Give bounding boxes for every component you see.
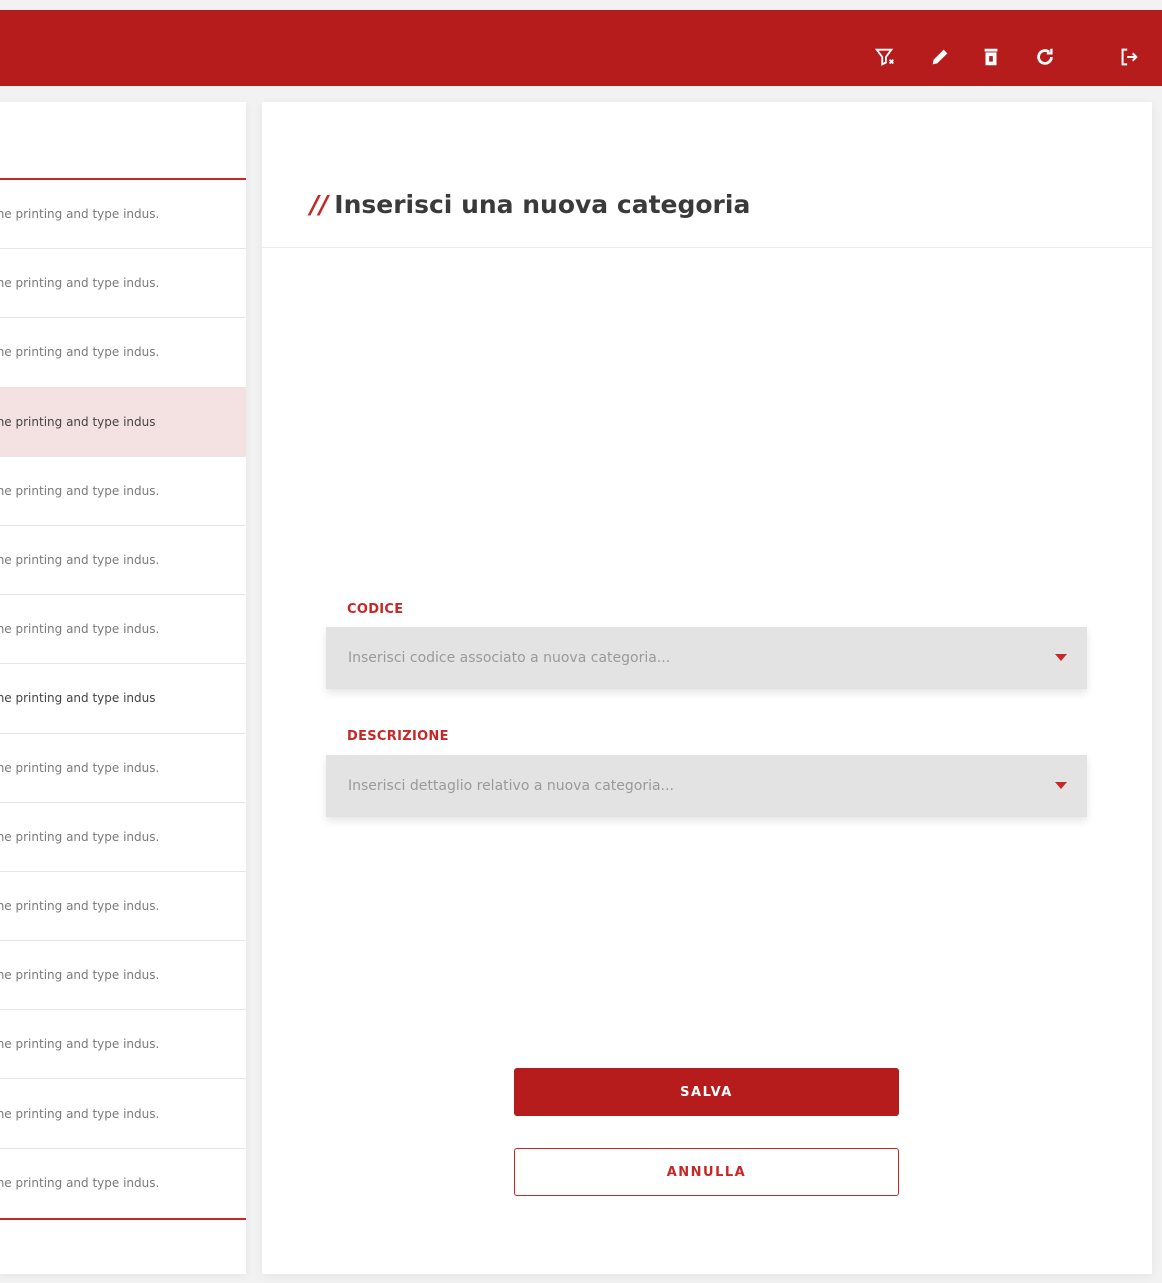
list-item[interactable]: the printing and type indus. <box>0 1079 246 1149</box>
descrizione-select[interactable]: Inserisci dettaglio relativo a nuova cat… <box>326 755 1087 817</box>
filter-clear-icon[interactable] <box>874 46 896 68</box>
list-item-selected[interactable]: the printing and type indus <box>0 387 246 457</box>
list-item[interactable]: the printing and type indus. <box>0 457 246 526</box>
list-item[interactable]: the printing and type indus. <box>0 872 246 942</box>
list-item[interactable]: the printing and type indus <box>0 664 246 734</box>
category-list: the printing and type indus. the printin… <box>0 178 246 1220</box>
list-item[interactable]: the printing and type indus. <box>0 526 246 596</box>
list-item[interactable]: the printing and type indus. <box>0 318 246 388</box>
codice-select[interactable]: Inserisci codice associato a nuova categ… <box>326 627 1087 689</box>
save-button[interactable]: SALVA <box>514 1068 899 1116</box>
list-item[interactable]: the printing and type indus. <box>0 1149 246 1218</box>
caret-down-icon <box>1055 654 1067 661</box>
category-list-panel: the printing and type indus. the printin… <box>0 102 246 1274</box>
list-item[interactable]: the printing and type indus. <box>0 941 246 1011</box>
list-item[interactable]: the printing and type indus. <box>0 180 246 250</box>
pencil-icon[interactable] <box>929 46 951 68</box>
list-item[interactable]: the printing and type indus. <box>0 803 246 872</box>
cancel-button[interactable]: ANNULLA <box>514 1148 899 1196</box>
page-title: //Inserisci una nuova categoria <box>310 190 750 219</box>
title-text: Inserisci una nuova categoria <box>334 190 751 219</box>
refresh-icon[interactable] <box>1034 46 1056 68</box>
list-item[interactable]: the printing and type indus. <box>0 249 246 319</box>
logout-icon[interactable] <box>1118 46 1140 68</box>
list-item[interactable]: the printing and type indus. <box>0 1010 246 1080</box>
top-bar <box>0 10 1162 86</box>
title-slashes: // <box>310 190 329 219</box>
form-header: //Inserisci una nuova categoria <box>262 102 1152 248</box>
caret-down-icon <box>1055 782 1067 789</box>
trash-icon[interactable] <box>980 46 1002 68</box>
list-item[interactable]: the printing and type indus. <box>0 595 246 665</box>
codice-placeholder: Inserisci codice associato a nuova categ… <box>348 650 671 666</box>
descrizione-placeholder: Inserisci dettaglio relativo a nuova cat… <box>348 778 674 794</box>
new-category-form: //Inserisci una nuova categoria CODICE I… <box>262 102 1152 1274</box>
codice-label: CODICE <box>347 602 404 617</box>
list-item[interactable]: the printing and type indus. <box>0 734 246 803</box>
descrizione-label: DESCRIZIONE <box>347 729 449 744</box>
